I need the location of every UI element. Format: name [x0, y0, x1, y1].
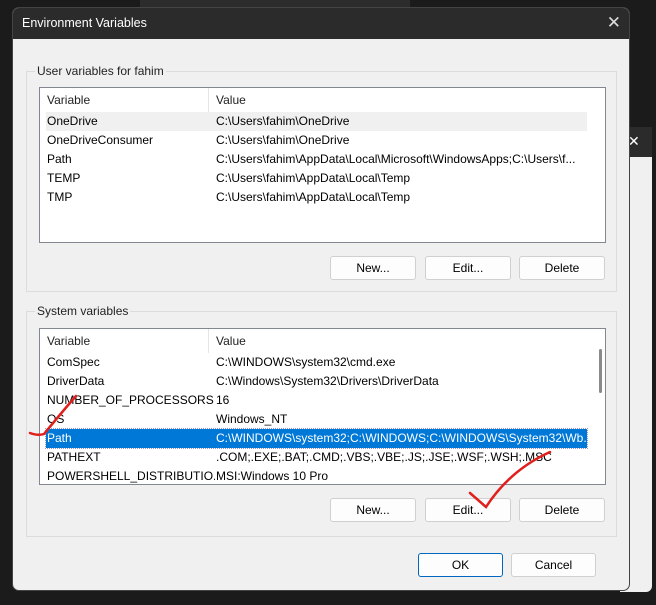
- environment-variables-dialog: Environment Variables ✕ User variables f…: [12, 7, 630, 591]
- variable-value: .COM;.EXE;.BAT;.CMD;.VBS;.VBE;.JS;.JSE;.…: [216, 450, 552, 464]
- column-header-value[interactable]: Value: [209, 88, 605, 112]
- system-delete-button[interactable]: Delete: [519, 498, 605, 522]
- title-bar: Environment Variables ✕: [13, 8, 629, 39]
- user-variables-list[interactable]: Variable Value OneDrive C:\Users\fahim\On…: [39, 87, 606, 243]
- system-variables-list[interactable]: Variable Value ComSpec C:\WINDOWS\system3…: [39, 328, 606, 485]
- table-row[interactable]: Path C:\Users\fahim\AppData\Local\Microso…: [46, 150, 587, 169]
- variable-value: Windows_NT: [216, 412, 288, 426]
- column-header-value[interactable]: Value: [209, 329, 605, 353]
- variable-name: OneDriveConsumer: [47, 133, 154, 147]
- user-variables-group: User variables for fahim Variable Value …: [26, 64, 617, 292]
- table-row[interactable]: OS Windows_NT: [46, 410, 587, 429]
- list-header: Variable Value: [40, 329, 605, 353]
- table-row[interactable]: DriverData C:\Windows\System32\Drivers\Dr…: [46, 372, 587, 391]
- variable-name: POWERSHELL_DISTRIBUTIO...: [47, 469, 215, 483]
- variable-value: C:\Users\fahim\OneDrive: [216, 114, 350, 128]
- system-edit-button[interactable]: Edit...: [425, 498, 511, 522]
- user-new-button[interactable]: New...: [330, 256, 416, 280]
- variable-name: OneDrive: [47, 114, 98, 128]
- list-header: Variable Value: [40, 88, 605, 112]
- variable-value: C:\Users\fahim\AppData\Local\Temp: [216, 171, 411, 185]
- table-row[interactable]: NUMBER_OF_PROCESSORS 16: [46, 391, 587, 410]
- table-row[interactable]: OneDriveConsumer C:\Users\fahim\OneDrive: [46, 131, 587, 150]
- variable-value: C:\WINDOWS\system32\cmd.exe: [216, 355, 396, 369]
- cancel-button[interactable]: Cancel: [511, 553, 596, 577]
- variable-value: C:\Users\fahim\OneDrive: [216, 133, 350, 147]
- variable-name: NUMBER_OF_PROCESSORS: [47, 393, 214, 407]
- table-row[interactable]: ComSpec C:\WINDOWS\system32\cmd.exe: [46, 353, 587, 372]
- user-edit-button[interactable]: Edit...: [425, 256, 511, 280]
- system-variables-label: System variables: [35, 304, 131, 318]
- table-row[interactable]: POWERSHELL_DISTRIBUTIO... MSI:Windows 10 …: [46, 467, 587, 484]
- column-header-variable[interactable]: Variable: [40, 88, 209, 112]
- variable-value: C:\Users\fahim\AppData\Local\Temp: [216, 190, 411, 204]
- ok-button[interactable]: OK: [418, 553, 503, 577]
- variable-value: 16: [216, 393, 230, 407]
- table-row[interactable]: TMP C:\Users\fahim\AppData\Local\Temp: [46, 188, 587, 207]
- close-icon[interactable]: ✕: [607, 13, 621, 33]
- dialog-title: Environment Variables: [22, 16, 147, 30]
- table-row[interactable]: TEMP C:\Users\fahim\AppData\Local\Temp: [46, 169, 587, 188]
- user-variables-label: User variables for fahim: [35, 64, 166, 78]
- variable-value: C:\Windows\System32\Drivers\DriverData: [216, 374, 439, 388]
- column-header-variable[interactable]: Variable: [40, 329, 209, 353]
- scrollbar-thumb[interactable]: [599, 349, 602, 393]
- table-row[interactable]: OneDrive C:\Users\fahim\OneDrive: [46, 112, 587, 131]
- variable-value: C:\WINDOWS\system32;C:\WINDOWS;C:\WINDOW…: [216, 431, 587, 445]
- variable-name: PATHEXT: [47, 450, 101, 464]
- variable-name: DriverData: [47, 374, 105, 388]
- system-new-button[interactable]: New...: [330, 498, 416, 522]
- system-variables-group: System variables Variable Value ComSpec C…: [26, 304, 617, 537]
- variable-name: TMP: [47, 190, 73, 204]
- variable-name: OS: [47, 412, 65, 426]
- variable-name: Path: [47, 152, 72, 166]
- user-delete-button[interactable]: Delete: [519, 256, 605, 280]
- table-row[interactable]: PATHEXT .COM;.EXE;.BAT;.CMD;.VBS;.VBE;.JS…: [46, 448, 587, 467]
- variable-value: MSI:Windows 10 Pro: [216, 469, 329, 483]
- variable-name: ComSpec: [47, 355, 100, 369]
- variable-value: C:\Users\fahim\AppData\Local\Microsoft\W…: [216, 152, 576, 166]
- variable-name: Path: [47, 431, 72, 445]
- variable-name: TEMP: [47, 171, 81, 185]
- table-row[interactable]: Path C:\WINDOWS\system32;C:\WINDOWS;C:\WI…: [45, 428, 588, 449]
